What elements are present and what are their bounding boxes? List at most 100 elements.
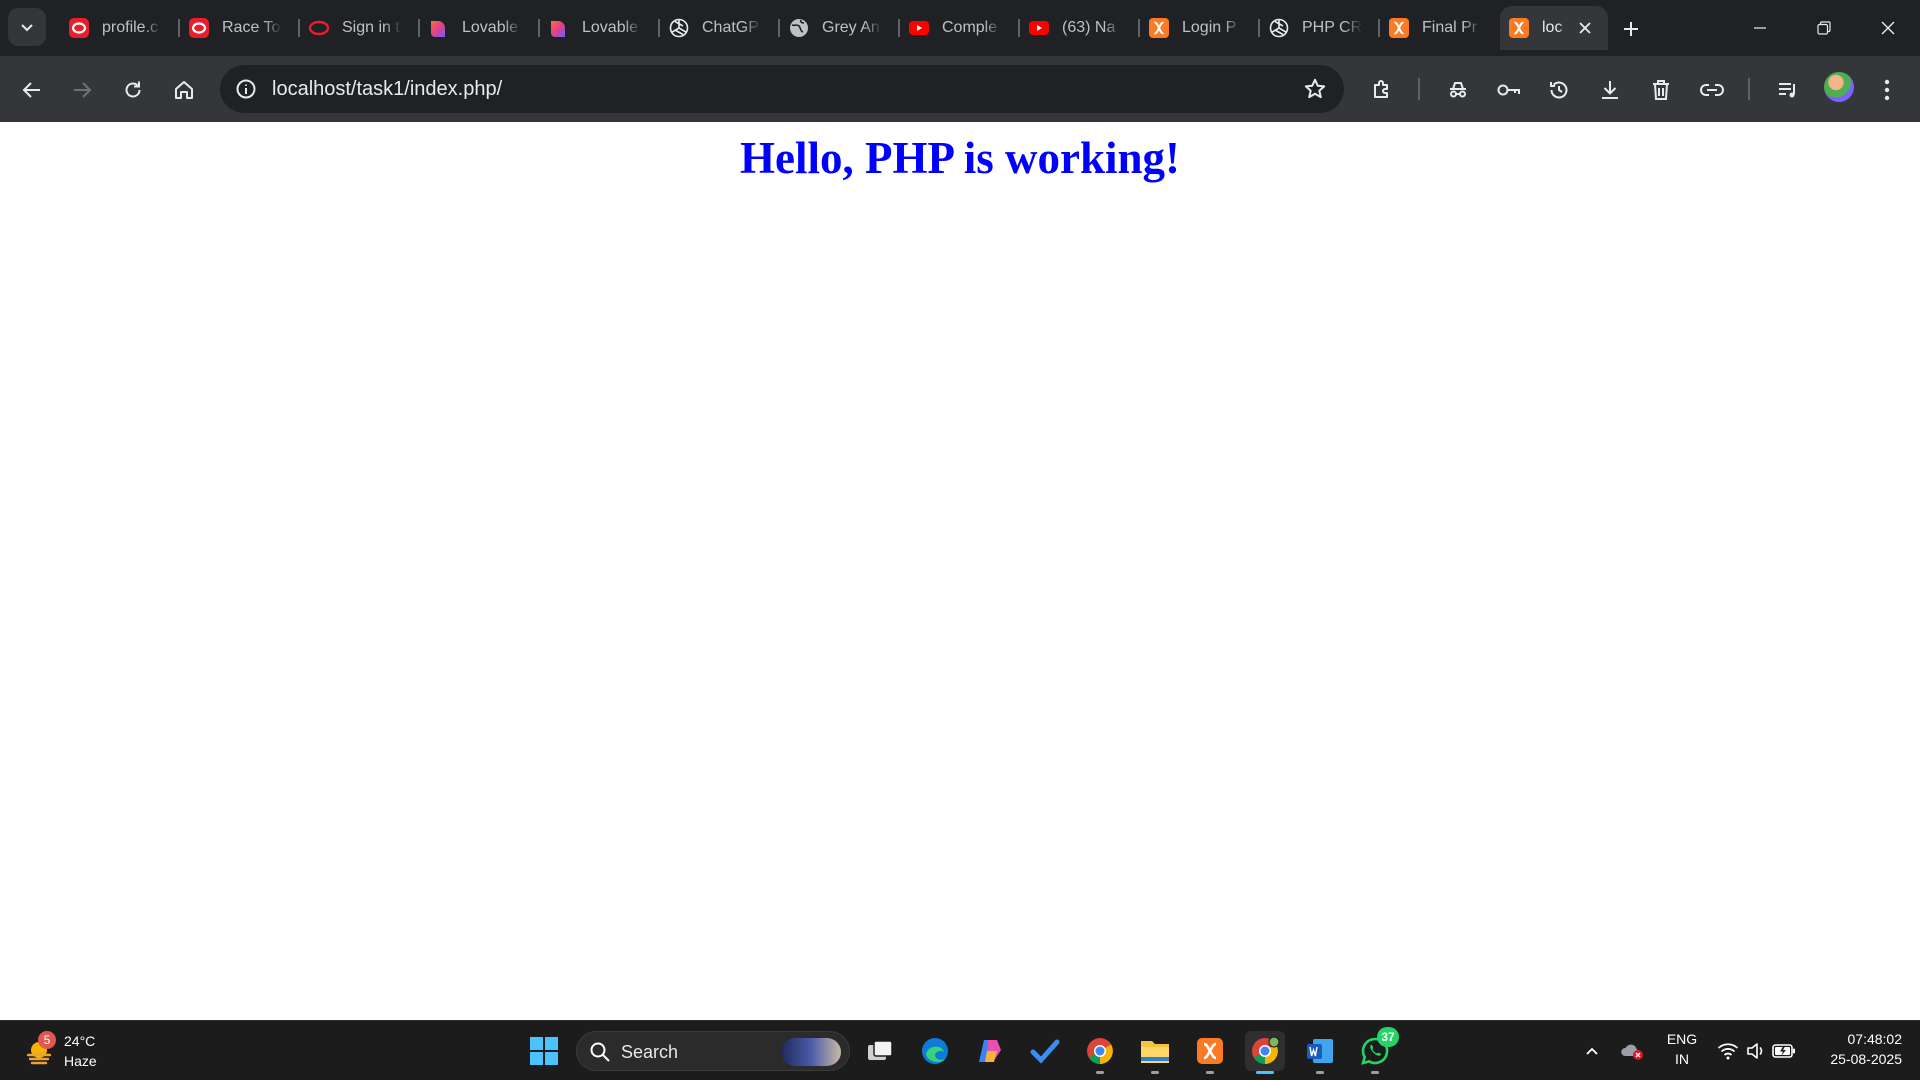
tab-title: Sign in t (342, 19, 400, 36)
downloads-button[interactable] (1592, 72, 1628, 108)
lovable-heart-icon (548, 17, 570, 39)
arrow-right-icon (74, 82, 92, 98)
tab-list: profile.c Race To Sign in t Lovable Lovable C… (60, 6, 1608, 50)
xampp-icon (1388, 17, 1410, 39)
tab-title: Final Pr (1422, 19, 1478, 36)
system-clock[interactable]: 07:48:02 25-08-2025 (1810, 1029, 1902, 1069)
home-button[interactable] (166, 72, 202, 108)
browser-tab[interactable]: Comple (900, 6, 1020, 50)
browser-tab[interactable]: PHP CR (1260, 6, 1380, 50)
search-icon (590, 1042, 610, 1062)
xampp-icon (1508, 17, 1530, 39)
extensions-button[interactable] (1364, 72, 1400, 108)
language-code: ENG (1666, 1031, 1698, 1047)
copy-link-button[interactable] (1694, 72, 1730, 108)
history-icon (1550, 81, 1568, 99)
search-highlight-image (781, 1038, 841, 1066)
region-code: IN (1675, 1051, 1689, 1067)
chrome-icon (1087, 1038, 1113, 1064)
taskbar-search[interactable]: Search (576, 1031, 850, 1071)
battery-tray-button[interactable] (1770, 1037, 1798, 1065)
tab-search-button[interactable] (8, 8, 46, 46)
close-tab-icon[interactable] (1574, 17, 1596, 39)
chrome-profile-app[interactable] (1245, 1031, 1285, 1074)
bookmark-button[interactable] (1302, 76, 1328, 102)
chrome-menu-button[interactable] (1869, 72, 1905, 108)
incognito-icon (1450, 82, 1466, 98)
running-indicator (1371, 1071, 1379, 1074)
youtube-icon (1028, 17, 1050, 39)
browser-tab[interactable]: (63) Na (1020, 6, 1140, 50)
browser-tab[interactable]: Grey An (780, 6, 900, 50)
windows-taskbar: 5 24°C Haze Search 37 ENG IN 07:48:02 25… (0, 1020, 1920, 1080)
weather-badge: 5 (38, 1031, 56, 1049)
plus-icon (1624, 22, 1638, 36)
passwords-button[interactable] (1491, 72, 1527, 108)
close-window-button[interactable] (1856, 0, 1920, 56)
browser-tab[interactable]: Race To (180, 6, 300, 50)
new-tab-button[interactable] (1614, 12, 1648, 46)
browser-tab[interactable]: Lovable (540, 6, 660, 50)
tab-title: Grey An (822, 19, 880, 36)
reload-button[interactable] (115, 72, 151, 108)
show-hidden-icons-button[interactable] (1578, 1037, 1606, 1065)
weather-temp: 24°C (64, 1033, 96, 1049)
history-button[interactable] (1541, 72, 1577, 108)
tab-title: loc (1542, 19, 1563, 36)
folder-icon (1141, 1041, 1169, 1063)
forward-button[interactable] (64, 72, 100, 108)
edge-icon (922, 1038, 948, 1064)
back-button[interactable] (14, 72, 50, 108)
whatsapp-app[interactable]: 37 (1355, 1027, 1399, 1074)
restore-button[interactable] (1792, 0, 1856, 56)
active-browser-tab[interactable]: loc (1500, 6, 1608, 50)
whatsapp-badge: 37 (1377, 1027, 1399, 1047)
chrome-app[interactable] (1080, 1031, 1120, 1074)
minimize-button[interactable] (1728, 0, 1792, 56)
browser-tab[interactable]: Lovable (420, 6, 540, 50)
browser-tab[interactable]: ChatGP (660, 6, 780, 50)
browser-tab[interactable]: Login P (1140, 6, 1260, 50)
task-view-button[interactable] (860, 1031, 900, 1071)
browser-tab[interactable]: Final Pr (1380, 6, 1500, 50)
wifi-tray-button[interactable] (1714, 1037, 1742, 1065)
xampp-app[interactable] (1190, 1031, 1230, 1074)
home-icon (175, 81, 193, 99)
tab-title: profile.c (102, 19, 159, 36)
page-content: Hello, PHP is working! (0, 122, 1920, 1020)
search-label: Search (621, 1042, 679, 1062)
file-explorer-app[interactable] (1135, 1031, 1175, 1074)
cloud-error-icon (1621, 1044, 1643, 1060)
reading-list-button[interactable] (1770, 72, 1806, 108)
arrow-left-icon (22, 82, 40, 98)
incognito-button[interactable] (1440, 72, 1476, 108)
clock-date: 25-08-2025 (1830, 1051, 1902, 1067)
edge-app[interactable] (915, 1031, 955, 1071)
clear-data-button[interactable] (1643, 72, 1679, 108)
chrome-profile-icon (1252, 1036, 1280, 1064)
wifi-icon (1717, 1043, 1739, 1060)
task-view-icon (868, 1040, 893, 1060)
battery-charging-icon (1772, 1044, 1795, 1058)
word-app[interactable] (1300, 1031, 1340, 1074)
browser-tab[interactable]: profile.c (60, 6, 180, 50)
site-info-button[interactable] (234, 77, 258, 101)
address-bar[interactable]: localhost/task1/index.php/ (220, 65, 1344, 113)
tab-title: Lovable (462, 19, 519, 36)
tab-title: PHP CR (1302, 19, 1362, 36)
profile-avatar[interactable] (1824, 72, 1854, 102)
volume-tray-button[interactable] (1742, 1037, 1770, 1065)
start-button[interactable] (524, 1031, 564, 1071)
url-text[interactable]: localhost/task1/index.php/ (272, 78, 502, 101)
media-queue-icon (1779, 83, 1795, 98)
openai-icon (668, 17, 690, 39)
minimize-icon (1754, 27, 1766, 29)
toolbar-separator (1748, 78, 1750, 100)
todo-app[interactable] (1025, 1031, 1065, 1071)
weather-widget[interactable]: 5 24°C Haze (22, 1029, 142, 1073)
onedrive-tray-button[interactable] (1618, 1037, 1646, 1065)
clock-time: 07:48:02 (1847, 1031, 1903, 1047)
browser-tab[interactable]: Sign in t (300, 6, 420, 50)
copilot-app[interactable] (970, 1031, 1010, 1071)
language-indicator[interactable]: ENG IN (1662, 1029, 1702, 1069)
